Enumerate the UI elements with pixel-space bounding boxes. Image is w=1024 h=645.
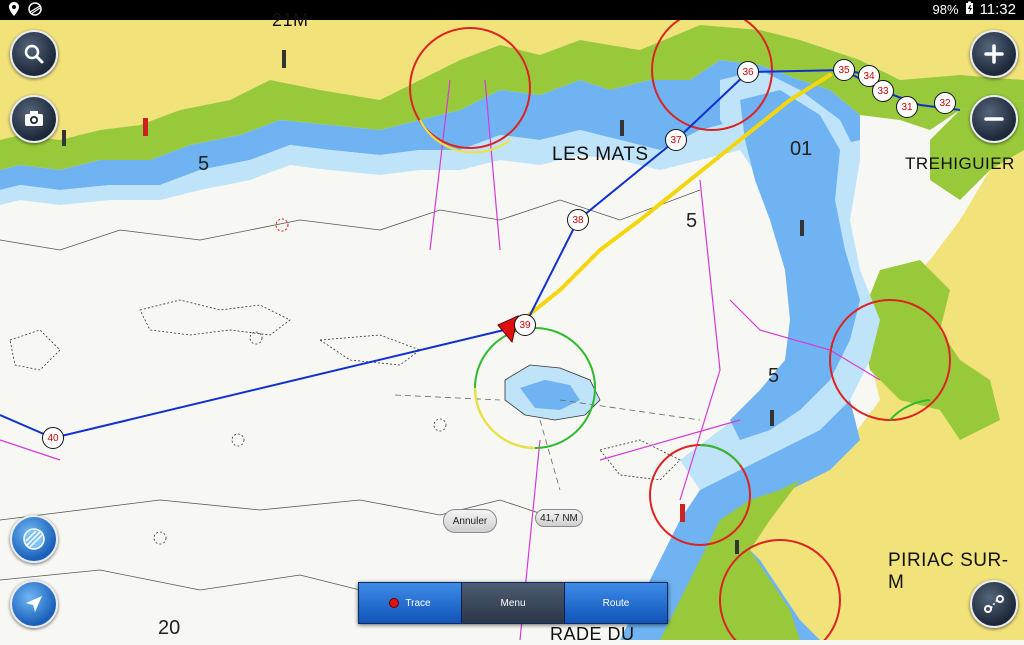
menu-label: Menu — [500, 597, 526, 609]
navigation-arrow-icon — [22, 592, 46, 616]
location-icon — [8, 2, 20, 19]
menu-button[interactable]: Menu — [462, 583, 565, 623]
zoom-out-button[interactable] — [970, 95, 1018, 143]
place-label-top: 21M — [272, 10, 309, 30]
cancel-button[interactable]: Annuler — [443, 509, 497, 533]
route-button[interactable]: Route — [565, 583, 667, 623]
route-tools-icon — [982, 592, 1006, 616]
waypoint-marker[interactable]: 33 — [872, 80, 894, 102]
trace-button[interactable]: Trace — [359, 583, 462, 623]
bottom-toolbar: Trace Menu Route — [358, 582, 668, 624]
camera-button[interactable] — [10, 95, 58, 143]
place-label-les-mats: LES MATS — [552, 144, 649, 165]
depth-label: 5 — [198, 153, 210, 175]
plus-icon — [982, 42, 1006, 66]
zoom-in-button[interactable] — [970, 30, 1018, 78]
route-tools-button[interactable] — [970, 580, 1018, 628]
layers-icon — [21, 526, 47, 552]
waypoint-marker[interactable]: 36 — [737, 61, 759, 83]
battery-icon — [965, 1, 974, 18]
place-label-rade-du: RADE DU — [550, 624, 635, 644]
nautical-chart[interactable]: LES MATS TREHIGUIER PIRIAC SUR-M RADE DU… — [0, 9, 1024, 645]
route-label: Route — [602, 597, 630, 609]
waypoint-marker[interactable]: 38 — [567, 209, 589, 231]
minus-icon — [982, 107, 1006, 131]
trace-label: Trace — [405, 597, 431, 609]
depth-label: 5 — [686, 210, 698, 232]
locate-button[interactable] — [10, 580, 58, 628]
battery-level: 98% — [932, 2, 959, 17]
depth-label: 5 — [768, 365, 780, 387]
status-bar: 98% 11:32 — [0, 0, 1024, 20]
waypoint-marker[interactable]: 40 — [42, 427, 64, 449]
signal-globe-icon — [28, 2, 42, 19]
search-icon — [22, 42, 46, 66]
depth-label: 01 — [790, 138, 813, 160]
camera-icon — [22, 107, 46, 131]
record-icon — [389, 598, 400, 608]
depth-label: 20 — [158, 617, 181, 639]
waypoint-marker[interactable]: 35 — [833, 59, 855, 81]
layers-button[interactable] — [10, 515, 58, 563]
waypoint-marker[interactable]: 37 — [665, 129, 687, 151]
waypoint-marker[interactable]: 32 — [934, 92, 956, 114]
clock: 11:32 — [979, 1, 1016, 18]
search-button[interactable] — [10, 30, 58, 78]
waypoint-marker[interactable]: 31 — [896, 96, 918, 118]
place-label-trehiguier: TREHIGUIER — [905, 154, 1015, 173]
waypoint-marker[interactable]: 39 — [514, 314, 536, 336]
distance-badge: 41,7 NM — [535, 509, 583, 527]
